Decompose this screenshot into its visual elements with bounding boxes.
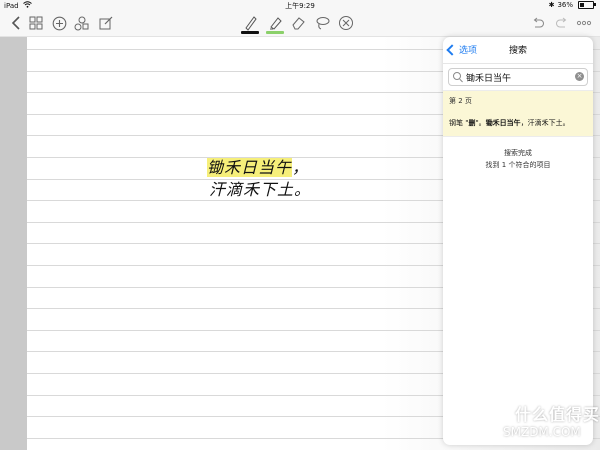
more-icon[interactable] (574, 13, 594, 33)
pen-tool-icon[interactable] (240, 13, 260, 34)
watermark-title: 什么值得买 (515, 405, 600, 424)
status-time: 上午9:29 (285, 2, 315, 10)
shapes-icon[interactable] (72, 13, 92, 33)
bluetooth-icon: ✱ (548, 1, 555, 9)
battery-percent: 36% (557, 1, 573, 9)
watermark-site: SMZDM.COM (503, 425, 581, 439)
battery-fill (580, 3, 584, 7)
result-page: 第 2 页 (449, 97, 472, 105)
undo-icon[interactable] (528, 13, 548, 33)
status-right: ✱ 36% (548, 1, 596, 9)
clear-icon[interactable]: × (575, 72, 584, 81)
search-panel: 选项 搜索 锄禾日当午 × 第 2 页 钢笔 "删"。锄禾日当午，汗滴禾下土。 … (443, 37, 593, 445)
search-result[interactable]: 第 2 页 钢笔 "删"。锄禾日当午，汗滴禾下土。 (443, 91, 593, 137)
highlighter-color-swatch (266, 31, 284, 34)
handwriting-punct: ， (292, 158, 310, 177)
search-status-line-2: 找到 1 个符合的项目 (485, 161, 551, 169)
grid-icon[interactable] (26, 13, 46, 33)
search-icon (453, 72, 461, 80)
search-panel-header: 选项 搜索 (443, 37, 593, 64)
search-bar: 锄禾日当午 × (443, 64, 593, 91)
watermark: 值 什么值得买 SMZDM.COM (475, 393, 600, 450)
handwriting-line-2: 汗滴禾下土。 (209, 180, 312, 199)
search-status-line-1: 搜索完成 (504, 149, 532, 157)
search-query: 锄禾日当午 (466, 74, 512, 84)
battery-icon (578, 1, 596, 9)
lasso-tool-icon[interactable] (312, 13, 332, 33)
plus-circle-icon[interactable] (49, 13, 69, 33)
toolbar (0, 11, 600, 37)
edit-icon[interactable] (96, 13, 116, 33)
snippet-suffix: ，汗滴禾下土。 (520, 119, 570, 127)
status-bar: iPad 上午9:29 ✱ 36% (0, 0, 600, 11)
handwriting-line-1: 锄禾日当午， (207, 154, 309, 178)
search-panel-title: 搜索 (508, 46, 527, 56)
search-status: 搜索完成 找到 1 个符合的项目 (443, 147, 593, 171)
handwriting-highlight: 锄禾日当午 (207, 158, 293, 177)
close-circle-icon[interactable] (336, 13, 356, 33)
chevron-left-icon[interactable] (6, 13, 26, 33)
highlighter-tool-icon[interactable] (265, 13, 285, 34)
eraser-tool-icon[interactable] (288, 13, 308, 33)
left-margin (0, 37, 27, 450)
pen-color-swatch (241, 31, 259, 34)
snippet-mid: "。 (475, 119, 486, 127)
snippet-bold-2: 锄禾日当午 (485, 119, 521, 127)
search-input[interactable]: 锄禾日当午 × (448, 68, 588, 86)
redo-icon[interactable] (552, 13, 572, 33)
result-snippet: 钢笔 "删"。锄禾日当午，汗滴禾下土。 (449, 118, 587, 128)
snippet-prefix: 钢笔 " (449, 119, 469, 127)
